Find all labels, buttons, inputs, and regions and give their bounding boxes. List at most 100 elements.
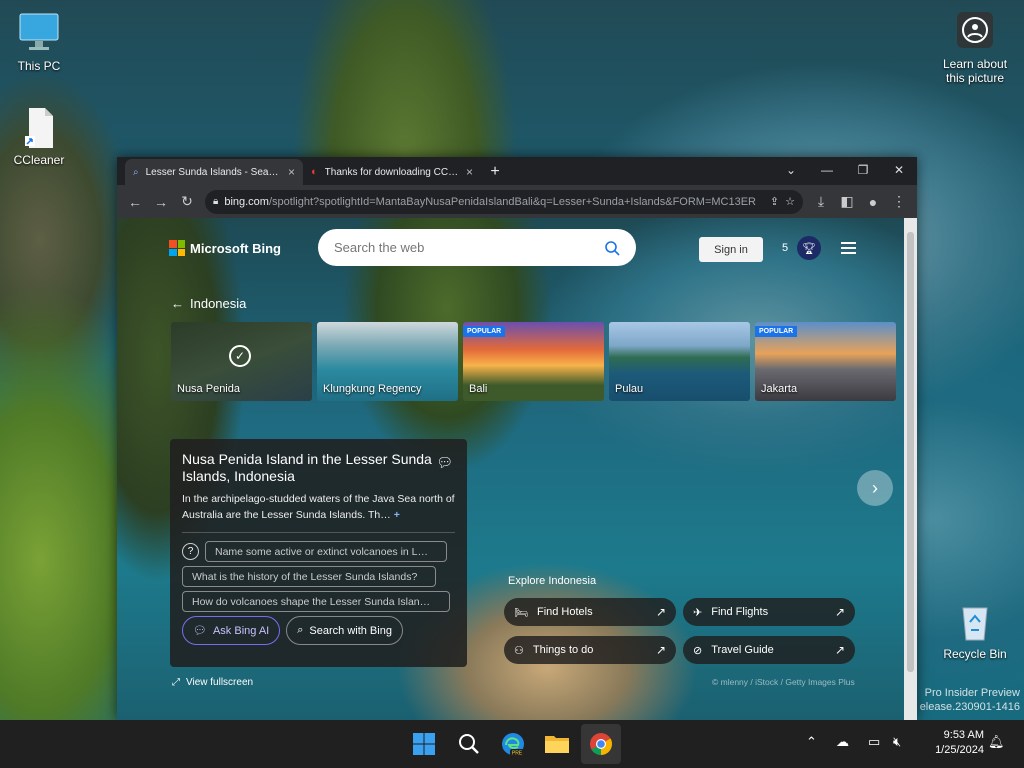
desktop-icon-ccleaner[interactable]: CCleaner bbox=[8, 106, 70, 167]
desktop-icon-learn-about-picture[interactable]: Learn about this picture bbox=[938, 10, 1012, 85]
back-to-indonesia[interactable]: ← Indonesia bbox=[171, 296, 246, 311]
volume-muted-icon[interactable]: 🔇︎ bbox=[893, 734, 901, 750]
edge-beta-icon: PRE bbox=[502, 733, 524, 757]
taskbar-search-button[interactable] bbox=[449, 724, 489, 764]
restore-icon[interactable]: ❐ bbox=[845, 157, 881, 183]
page-scrollbar[interactable] bbox=[904, 218, 917, 720]
ccleaner-favicon-icon: ◐ bbox=[311, 166, 318, 178]
download-icon[interactable]: ⤓ bbox=[809, 190, 833, 214]
bing-logo[interactable]: Microsoft Bing bbox=[169, 240, 281, 256]
reload-icon[interactable]: ↻ bbox=[175, 190, 199, 214]
search-icon: ⌕ bbox=[133, 166, 139, 178]
search-icon[interactable] bbox=[604, 240, 620, 256]
question-mark-icon: ? bbox=[182, 543, 199, 560]
divider bbox=[182, 532, 455, 533]
menu-kebab-icon[interactable]: ⋮ bbox=[887, 190, 911, 214]
desktop-icon-label: This PC bbox=[17, 59, 61, 73]
image-credit: © mlenny / iStock / Getty Images Plus bbox=[712, 677, 855, 687]
tab-title: Thanks for downloading CCleaner bbox=[324, 166, 459, 178]
watermark-line: Pro Insider Preview bbox=[924, 687, 1020, 699]
expand-plus-icon[interactable]: + bbox=[394, 509, 400, 521]
lock-icon: 🔒︎ bbox=[213, 196, 219, 207]
url-domain: bing.com bbox=[224, 195, 269, 208]
external-link-icon: ↗ bbox=[834, 605, 845, 619]
card-description-text: In the archipelago-studded waters of the… bbox=[182, 493, 455, 521]
clock-date: 1/25/2024 bbox=[935, 744, 984, 756]
notification-bell-icon[interactable]: 🔔︎ bbox=[988, 734, 1005, 750]
profile-icon[interactable]: ● bbox=[861, 190, 885, 214]
minimize-icon[interactable]: — bbox=[809, 157, 845, 183]
network-icon[interactable]: ▭ bbox=[868, 734, 880, 750]
action-label: Travel Guide bbox=[711, 644, 774, 656]
tile-klungkung-regency[interactable]: Klungkung Regency bbox=[317, 322, 458, 401]
rewards-count: 5 bbox=[782, 242, 789, 254]
url-path: /spotlight?spotlightId=MantaBayNusaPenid… bbox=[268, 195, 757, 208]
share-icon[interactable]: ⇪ bbox=[770, 195, 779, 208]
tab-strip: ⌕ Lesser Sunda Islands - Search × ◐ Than… bbox=[117, 157, 917, 185]
bing-logo-text: Microsoft Bing bbox=[190, 240, 281, 256]
start-button[interactable] bbox=[404, 724, 444, 764]
find-hotels-button[interactable]: 🛏︎ Find Hotels ↗ bbox=[504, 598, 676, 626]
travel-guide-button[interactable]: ⊘ Travel Guide ↗ bbox=[683, 636, 855, 664]
view-fullscreen-label: View fullscreen bbox=[186, 677, 254, 688]
info-card: Nusa Penida Island in the Lesser Sunda I… bbox=[170, 439, 467, 667]
close-window-icon[interactable]: ✕ bbox=[881, 157, 917, 183]
things-to-do-button[interactable]: ⚇ Things to do ↗ bbox=[504, 636, 676, 664]
tile-nusa-penida[interactable]: ✓ Nusa Penida bbox=[171, 322, 312, 401]
close-tab-icon[interactable]: × bbox=[288, 165, 295, 179]
suggested-question[interactable]: Name some active or extinct volcanoes in… bbox=[205, 541, 447, 562]
show-hidden-icons-chevron[interactable]: ⌃ bbox=[806, 734, 817, 750]
tile-label: Pulau bbox=[615, 383, 644, 395]
search-input[interactable]: Search the web bbox=[318, 229, 636, 266]
desktop-icon-this-pc[interactable]: This PC bbox=[10, 12, 68, 73]
sign-in-button[interactable]: Sign in bbox=[699, 237, 763, 262]
scrollbar-thumb[interactable] bbox=[907, 232, 914, 672]
bookmark-star-icon[interactable]: ☆ bbox=[785, 195, 795, 208]
system-clock[interactable]: 9:53 AM 1/25/2024 bbox=[935, 728, 984, 758]
desktop-icon-label: CCleaner bbox=[13, 153, 65, 167]
tab-search-chevron-icon[interactable]: ⌄ bbox=[773, 157, 809, 183]
rewards-button[interactable]: 5 🏆︎ bbox=[782, 236, 822, 260]
button-label: Search with Bing bbox=[309, 624, 392, 637]
desktop-icon-recycle-bin[interactable]: Recycle Bin bbox=[942, 600, 1008, 661]
view-fullscreen-link[interactable]: ⤢ View fullscreen bbox=[172, 677, 253, 688]
taskbar-file-explorer[interactable] bbox=[537, 724, 577, 764]
suggested-question[interactable]: What is the history of the Lesser Sunda … bbox=[182, 566, 436, 587]
forward-icon[interactable]: → bbox=[149, 190, 173, 214]
camera-location-icon bbox=[957, 12, 993, 48]
card-title: Nusa Penida Island in the Lesser Sunda I… bbox=[182, 451, 432, 484]
back-icon[interactable]: ← bbox=[123, 190, 147, 214]
taskbar-chrome[interactable] bbox=[581, 724, 621, 764]
carousel-next-button[interactable]: › bbox=[857, 470, 893, 506]
desktop-icon-label: Learn about this picture bbox=[942, 57, 1008, 85]
tile-pulau[interactable]: Pulau bbox=[609, 322, 750, 401]
ask-bing-ai-button[interactable]: 💬︎ Ask Bing AI bbox=[182, 616, 281, 645]
tile-label: Nusa Penida bbox=[177, 383, 240, 395]
trophy-icon: 🏆︎ bbox=[797, 236, 822, 260]
search-with-bing-button[interactable]: ⌕ Search with Bing bbox=[286, 616, 403, 645]
hamburger-menu-icon[interactable] bbox=[841, 242, 856, 254]
bing-spotlight-page: Microsoft Bing Search the web Sign in 5 … bbox=[117, 218, 904, 720]
card-actions: 💬︎ Ask Bing AI ⌕ Search with Bing bbox=[182, 616, 455, 645]
search-icon bbox=[459, 734, 479, 754]
tab-lesser-sunda-search[interactable]: ⌕ Lesser Sunda Islands - Search × bbox=[125, 159, 303, 185]
close-tab-icon[interactable]: × bbox=[466, 165, 473, 179]
tab-ccleaner-download[interactable]: ◐ Thanks for downloading CCleaner × bbox=[303, 159, 481, 185]
clock-time: 9:53 AM bbox=[943, 729, 984, 741]
new-tab-button[interactable]: + bbox=[481, 159, 509, 185]
tab-title: Lesser Sunda Islands - Search bbox=[145, 166, 281, 178]
tile-bali[interactable]: POPULAR Bali bbox=[463, 322, 604, 401]
tile-jakarta[interactable]: POPULAR Jakarta bbox=[755, 322, 896, 401]
popular-badge: POPULAR bbox=[463, 326, 506, 337]
compass-icon: ⊘ bbox=[693, 644, 703, 657]
address-bar[interactable]: 🔒︎ bing.com/spotlight?spotlightId=MantaB… bbox=[205, 189, 803, 214]
chat-bubble-icon[interactable]: 💬︎ bbox=[436, 455, 453, 471]
windows-logo-icon bbox=[413, 733, 435, 755]
side-panel-icon[interactable]: ◧ bbox=[835, 190, 859, 214]
tile-label: Bali bbox=[469, 383, 488, 395]
suggested-question[interactable]: How do volcanoes shape the Lesser Sunda … bbox=[182, 591, 450, 612]
find-flights-button[interactable]: ✈ Find Flights ↗ bbox=[683, 598, 855, 626]
taskbar-edge-preview[interactable]: PRE bbox=[493, 724, 533, 764]
tile-label: Jakarta bbox=[761, 383, 798, 395]
onedrive-cloud-icon[interactable]: ☁ bbox=[836, 734, 849, 750]
